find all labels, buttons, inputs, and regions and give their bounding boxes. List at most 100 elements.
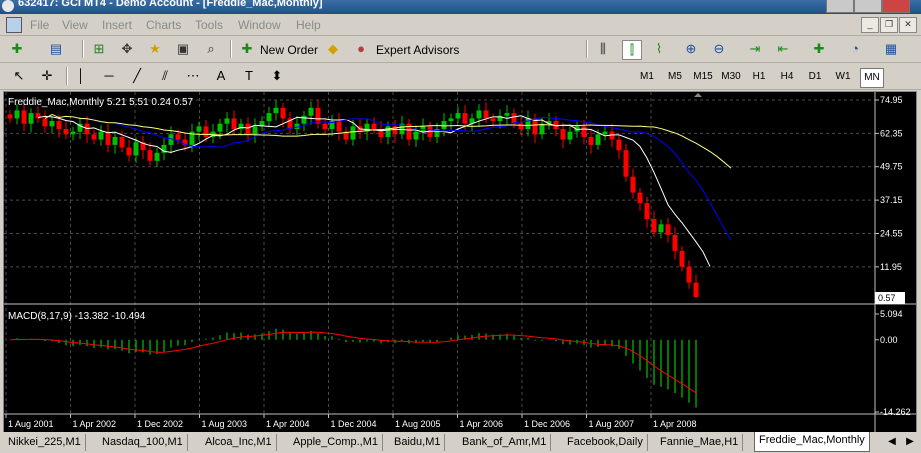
timeframe-w1[interactable]: W1 (832, 68, 854, 86)
navigator-icon[interactable]: ★ (146, 40, 164, 58)
menu-file[interactable]: File (30, 18, 49, 32)
candle-body (203, 126, 209, 137)
text-icon[interactable]: A (212, 67, 230, 85)
market-watch-icon[interactable]: ⊞ (90, 40, 108, 58)
zoom-in-icon[interactable]: ⊕ (682, 40, 700, 58)
menu-view[interactable]: View (62, 18, 88, 32)
profiles-icon[interactable]: ▤ (47, 40, 65, 58)
candlestick-chart-icon[interactable]: ⫿ (622, 40, 642, 60)
menu-tools[interactable]: Tools (195, 18, 223, 32)
macd-header: MACD(8,17,9) -13.382 -10.494 (8, 311, 146, 322)
candle-body (126, 147, 132, 156)
candle-body (119, 136, 125, 148)
candle-body (602, 131, 608, 135)
cursor-icon[interactable]: ↖ (10, 67, 28, 85)
candle-body (273, 107, 279, 114)
chart-window[interactable]: Freddie_Mac,Monthly 5.21 5.51 0.24 0.57 … (3, 91, 917, 434)
menu-insert[interactable]: Insert (102, 18, 132, 32)
tab-nikkei-225[interactable]: Nikkei_225,M1 (4, 434, 86, 451)
price-chart[interactable]: Freddie_Mac,Monthly 5.21 5.51 0.24 0.57 … (4, 92, 916, 433)
candle-body (441, 121, 447, 130)
equidistant-channel-icon[interactable]: ⫽ (156, 67, 174, 85)
new-chart-icon[interactable]: ✚ (8, 40, 26, 58)
mdi-close-button[interactable]: ✕ (899, 17, 917, 33)
fibonacci-retracement-icon[interactable]: ⋯ (184, 67, 202, 85)
periods-icon[interactable]: ◔ (846, 40, 864, 58)
vertical-line-icon[interactable]: │ (72, 67, 90, 85)
text-label-icon[interactable]: T (240, 67, 258, 85)
standard-toolbar: ✚ ▤ ⊞ ✥ ★ ▣ ⌕ ✚ New Order ◆ ● Expert Adv… (0, 36, 921, 63)
crosshair-navigator-icon[interactable]: ✥ (118, 40, 136, 58)
candle-body (56, 121, 62, 130)
chart-shift-icon[interactable]: ⇤ (774, 40, 792, 58)
candle-body (560, 129, 566, 140)
candle-body (266, 113, 272, 122)
horizontal-line-icon[interactable]: ─ (100, 67, 118, 85)
candle-body (154, 152, 160, 161)
strategy-tester-icon[interactable]: ⌕ (202, 40, 220, 58)
candle-body (224, 118, 230, 124)
timeframe-d1[interactable]: D1 (804, 68, 826, 86)
zoom-out-icon[interactable]: ⊖ (710, 40, 728, 58)
tab-freddie-mac[interactable]: Freddie_Mac,Monthly (754, 432, 870, 452)
minimize-window-button[interactable] (826, 0, 854, 13)
price-axis-label: 74.95 (880, 95, 903, 105)
x-axis-label: 1 Dec 2006 (524, 419, 570, 429)
timeframe-mn[interactable]: MN (860, 68, 884, 88)
metaeditor-icon[interactable]: ◆ (324, 40, 342, 58)
tab-apple-comp[interactable]: Apple_Comp.,M1 (289, 434, 383, 451)
x-axis-label: 1 Apr 2008 (653, 419, 697, 429)
candle-body (448, 118, 454, 122)
mdi-minimize-button[interactable]: _ (861, 17, 879, 33)
menu-charts[interactable]: Charts (146, 18, 181, 32)
auto-scroll-icon[interactable]: ⇥ (746, 40, 764, 58)
menu-help[interactable]: Help (296, 18, 321, 32)
menu-window[interactable]: Window (238, 18, 281, 32)
timeframe-m5[interactable]: M5 (664, 68, 686, 86)
tab-alcoa-inc[interactable]: Alcoa_Inc,M1 (201, 434, 277, 451)
candle-body (252, 126, 258, 135)
x-axis-label: 1 Apr 2006 (460, 419, 504, 429)
timeframe-m30[interactable]: M30 (720, 68, 742, 86)
candle-body (196, 126, 202, 132)
tab-fannie-mae[interactable]: Fannie_Mae,H1 (656, 434, 744, 451)
candle-body (147, 150, 153, 161)
tab-bank-of-amr[interactable]: Bank_of_Amr,M1 (458, 434, 552, 451)
tab-nasdaq-100[interactable]: Nasdaq_100,M1 (98, 434, 188, 451)
timeframe-m15[interactable]: M15 (692, 68, 714, 86)
new-order-button[interactable]: New Order (260, 43, 318, 57)
tabs-scroll-left-icon[interactable]: ◀ (885, 435, 899, 449)
terminal-icon[interactable]: ▣ (174, 40, 192, 58)
candle-body (539, 123, 545, 135)
timeframe-h4[interactable]: H4 (776, 68, 798, 86)
candle-body (672, 234, 678, 251)
tab-baidu[interactable]: Baidu,M1 (390, 434, 446, 451)
line-chart-icon[interactable]: ⌇ (650, 40, 668, 58)
chart-shift-marker[interactable] (694, 93, 702, 97)
expert-advisors-icon[interactable]: ● (352, 40, 370, 58)
mdi-restore-button[interactable]: ❐ (880, 17, 898, 33)
trendline-icon[interactable]: ╱ (128, 67, 146, 85)
new-order-icon[interactable]: ✚ (238, 40, 256, 58)
timeframe-h1[interactable]: H1 (748, 68, 770, 86)
crosshair-icon[interactable]: ✛ (38, 67, 56, 85)
maximize-window-button[interactable] (854, 0, 882, 13)
expert-advisors-button[interactable]: Expert Advisors (376, 43, 459, 57)
close-window-button[interactable] (882, 0, 910, 13)
candle-body (455, 113, 461, 119)
tabs-scroll-right-icon[interactable]: ▶ (903, 435, 917, 449)
macd-axis-label: 5.094 (880, 309, 903, 319)
tab-facebook[interactable]: Facebook,Daily (563, 434, 648, 451)
arrows-icon[interactable]: ⬍ (268, 67, 286, 85)
bar-chart-icon[interactable]: ⫼ (594, 40, 612, 58)
candle-body (518, 123, 524, 130)
candle-body (385, 126, 391, 137)
candle-body (476, 110, 482, 119)
templates-icon[interactable]: ▦ (882, 40, 900, 58)
candle-body (686, 266, 692, 283)
toolbar-separator (586, 40, 588, 58)
indicators-icon[interactable]: ✚ (810, 40, 828, 58)
timeframe-m1[interactable]: M1 (636, 68, 658, 86)
candle-body (567, 131, 573, 140)
candle-body (7, 114, 13, 119)
